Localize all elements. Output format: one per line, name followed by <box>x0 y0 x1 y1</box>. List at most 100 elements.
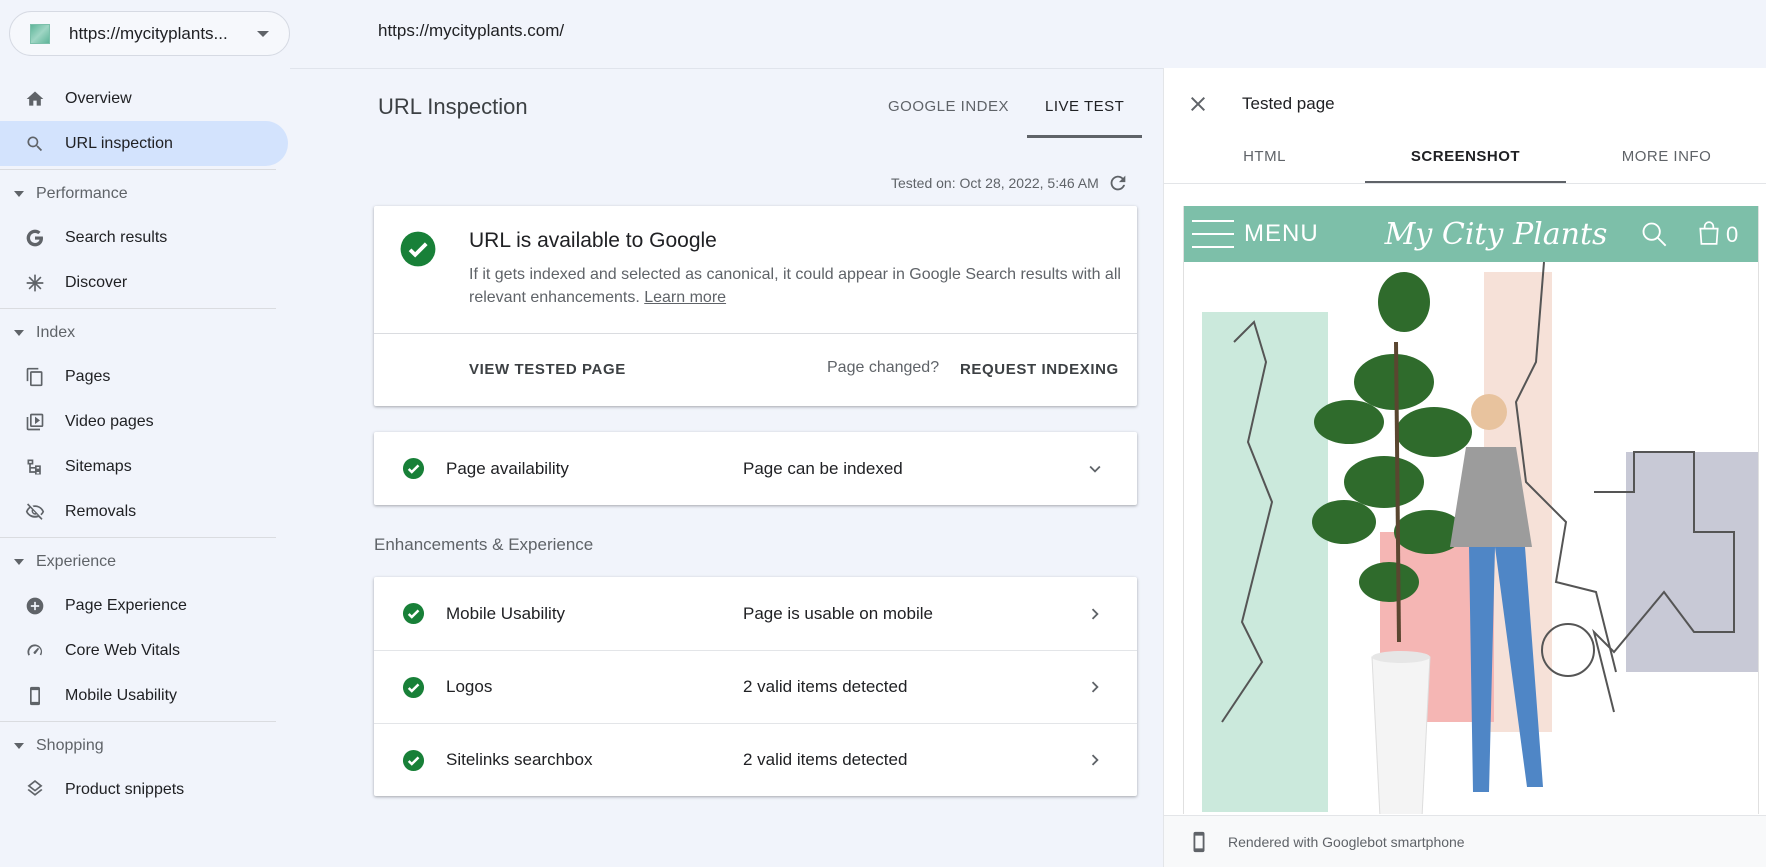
sidebar-item-label: Product snippets <box>65 780 185 798</box>
property-selector[interactable]: https://mycityplants... <box>9 11 290 56</box>
shopping-bag-icon <box>1699 221 1719 245</box>
enhancement-row-mobile-usability[interactable]: Mobile Usability Page is usable on mobil… <box>374 577 1137 650</box>
chevron-down-icon[interactable] <box>1084 458 1106 480</box>
sidebar-item-mobile-usability[interactable]: Mobile Usability <box>0 673 288 718</box>
caret-down-icon <box>14 743 24 749</box>
section-performance[interactable]: Performance <box>0 173 290 215</box>
sidebar-item-sitemaps[interactable]: Sitemaps <box>0 444 288 489</box>
sidebar-item-page-experience[interactable]: Page Experience <box>0 583 288 628</box>
sidebar-item-label: Sitemaps <box>65 457 132 475</box>
google-g-icon <box>24 227 46 249</box>
enhancements-card: Mobile Usability Page is usable on mobil… <box>374 577 1137 796</box>
divider <box>374 333 1137 334</box>
page-title: URL Inspection <box>378 94 528 119</box>
home-icon <box>24 88 46 110</box>
sidebar-item-search-results[interactable]: Search results <box>0 215 288 260</box>
section-title: Experience <box>36 553 117 570</box>
sidebar-item-label: Search results <box>65 228 168 246</box>
rendered-with-label: Rendered with Googlebot smartphone <box>1228 833 1465 850</box>
panel-footer: Rendered with Googlebot smartphone <box>1164 815 1766 867</box>
search-icon <box>1642 222 1667 247</box>
tab-google-index[interactable]: GOOGLE INDEX <box>870 82 1027 138</box>
tab-screenshot[interactable]: SCREENSHOT <box>1365 140 1566 183</box>
section-shopping[interactable]: Shopping <box>0 725 290 767</box>
tab-live-test[interactable]: LIVE TEST <box>1027 82 1143 138</box>
sidebar-item-pages[interactable]: Pages <box>0 354 288 399</box>
chevron-right-icon[interactable] <box>1084 749 1106 771</box>
request-indexing-button[interactable]: REQUEST INDEXING <box>960 361 1119 378</box>
refresh-icon[interactable] <box>1107 172 1129 194</box>
divider <box>0 721 276 722</box>
page-changed-label: Page changed? <box>827 359 940 376</box>
row-label: Logos <box>446 677 493 696</box>
enhancement-row-logos[interactable]: Logos 2 valid items detected <box>374 650 1137 723</box>
sidebar-item-removals[interactable]: Removals <box>0 489 288 534</box>
caret-down-icon <box>14 191 24 197</box>
screenshot-logo: My City Plants <box>1384 216 1608 252</box>
page-availability-row[interactable]: Page availability Page can be indexed <box>374 432 1137 505</box>
check-circle-icon <box>400 231 436 267</box>
close-icon[interactable] <box>1186 92 1210 116</box>
sidebar-item-overview[interactable]: Overview <box>0 76 288 121</box>
enhancement-row-sitelinks-searchbox[interactable]: Sitelinks searchbox 2 valid items detect… <box>374 723 1137 796</box>
plus-circle-icon <box>24 595 46 617</box>
tested-page-panel: Tested page HTML SCREENSHOT MORE INFO ME… <box>1163 68 1766 867</box>
sidebar-item-label: Mobile Usability <box>65 686 178 704</box>
caret-down-icon <box>257 30 269 37</box>
nav-list: Overview URL inspection Performance Sear… <box>0 76 290 812</box>
screenshot-site-header: MENU My City Plants 0 <box>1184 206 1758 262</box>
check-circle-icon <box>402 749 425 771</box>
row-value: 2 valid items detected <box>743 750 908 769</box>
row-value: Page is usable on mobile <box>743 603 933 623</box>
video-pages-icon <box>24 411 46 433</box>
availability-card: URL is available to Google If it gets in… <box>374 206 1137 406</box>
pages-icon <box>24 366 46 388</box>
layers-icon <box>24 779 46 801</box>
hamburger-icon <box>1192 220 1234 248</box>
section-experience[interactable]: Experience <box>0 541 290 583</box>
sidebar-item-label: Overview <box>65 89 132 107</box>
section-index[interactable]: Index <box>0 312 290 354</box>
sidebar-item-url-inspection[interactable]: URL inspection <box>0 121 288 166</box>
sitemap-icon <box>24 456 46 478</box>
inspection-tabs: GOOGLE INDEX LIVE TEST <box>870 82 1143 138</box>
sidebar-item-label: Pages <box>65 367 111 385</box>
eye-off-icon <box>24 501 46 523</box>
tab-html[interactable]: HTML <box>1164 140 1365 183</box>
chevron-right-icon[interactable] <box>1084 676 1106 698</box>
sidebar-item-label: Removals <box>65 502 137 520</box>
inspected-url: https://mycityplants.com/ <box>378 21 565 40</box>
divider <box>0 169 276 170</box>
property-favicon-icon <box>30 23 50 44</box>
sidebar-item-label: Page Experience <box>65 596 187 614</box>
divider <box>0 537 276 538</box>
learn-more-link[interactable]: Learn more <box>644 289 726 306</box>
check-circle-icon <box>402 676 425 698</box>
chevron-right-icon[interactable] <box>1084 603 1106 625</box>
tested-on-status: Tested on: Oct 28, 2022, 5:46 AM <box>891 172 1129 194</box>
page-availability-card: Page availability Page can be indexed <box>374 432 1137 505</box>
check-circle-icon <box>402 457 425 480</box>
view-tested-page-button[interactable]: VIEW TESTED PAGE <box>469 361 626 378</box>
gauge-icon <box>24 640 46 662</box>
check-circle-icon <box>402 602 425 625</box>
sidebar-item-core-web-vitals[interactable]: Core Web Vitals <box>0 628 288 673</box>
smartphone-icon <box>1193 831 1205 852</box>
sidebar-item-discover[interactable]: Discover <box>0 260 288 305</box>
panel-title: Tested page <box>1242 94 1335 113</box>
availability-headline: URL is available to Google <box>469 229 717 252</box>
enhancements-title: Enhancements & Experience <box>374 535 594 554</box>
divider <box>0 308 276 309</box>
sidebar-item-product-snippets[interactable]: Product snippets <box>0 767 288 812</box>
section-title: Index <box>36 324 76 341</box>
cart-count: 0 <box>1726 222 1739 247</box>
smartphone-icon <box>24 685 46 707</box>
page-screenshot[interactable]: MENU My City Plants 0 <box>1183 206 1759 814</box>
row-label: Page availability <box>446 458 569 478</box>
row-value: Page can be indexed <box>743 458 903 478</box>
sidebar-item-video-pages[interactable]: Video pages <box>0 399 288 444</box>
tab-more-info[interactable]: MORE INFO <box>1566 140 1766 183</box>
caret-down-icon <box>14 330 24 336</box>
tested-on-text: Tested on: Oct 28, 2022, 5:46 AM <box>891 175 1099 191</box>
sidebar-item-label: Discover <box>65 273 128 291</box>
